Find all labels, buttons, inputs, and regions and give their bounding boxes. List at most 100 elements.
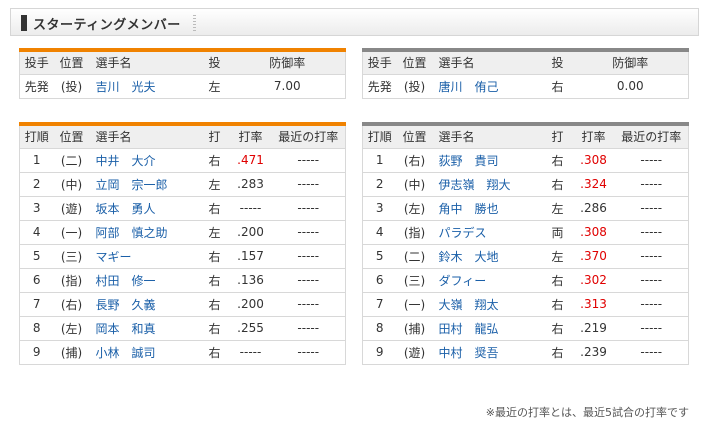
player-name-link[interactable]: 小林 誠司	[89, 339, 200, 365]
player-name-link[interactable]: 村田 修一	[89, 267, 200, 292]
player-bats: 右	[542, 147, 573, 172]
pitcher-throws: 右	[542, 73, 573, 99]
player-avg: .283	[229, 171, 272, 196]
player-name-link[interactable]: 角中 勝也	[432, 195, 543, 220]
player-name-link[interactable]: 中井 大介	[89, 147, 200, 172]
player-bats: 右	[199, 147, 230, 172]
player-position: (中)	[396, 171, 433, 196]
pitcher-position: (投)	[53, 73, 90, 99]
player-recent-avg: -----	[614, 147, 689, 172]
away-lineup-table: 打順 位置 選手名 打 打率 最近の打率 1 (右) 荻野 貴司右 .308 -----…	[362, 122, 689, 365]
player-name-link[interactable]: 阿部 慎之助	[89, 219, 200, 244]
table-row: 1 (右) 荻野 貴司右 .308 -----	[362, 147, 689, 172]
player-avg: .324	[572, 171, 615, 196]
col-order: 打順	[19, 122, 54, 148]
col-era: 防御率	[229, 48, 346, 74]
col-throws: 投	[542, 48, 573, 74]
col-position: 位置	[396, 48, 433, 74]
batting-order: 5	[19, 243, 54, 268]
pitcher-position: (投)	[396, 73, 433, 99]
player-name-link[interactable]: 坂本 勇人	[89, 195, 200, 220]
pitcher-role: 先発	[19, 73, 54, 99]
section-title: スターティングメンバー	[33, 18, 181, 33]
header-bar-icon	[21, 15, 27, 31]
player-recent-avg: -----	[271, 243, 346, 268]
player-name-link[interactable]: 鈴木 大地	[432, 243, 543, 268]
player-avg: .157	[229, 243, 272, 268]
player-avg: .255	[229, 315, 272, 340]
player-bats: 右	[199, 315, 230, 340]
batting-order: 4	[19, 219, 54, 244]
col-position: 位置	[53, 122, 90, 148]
player-avg: .471	[229, 147, 272, 172]
player-bats: 右	[542, 291, 573, 316]
lineup-header-row: 打順 位置 選手名 打 打率 最近の打率	[19, 122, 346, 148]
player-position: (遊)	[53, 195, 90, 220]
table-row: 5 (二) 鈴木 大地左 .370 -----	[362, 243, 689, 268]
player-name-link[interactable]: 伊志嶺 翔大	[432, 171, 543, 196]
table-row: 6 (三) ダフィー右 .302 -----	[362, 267, 689, 292]
player-position: (捕)	[396, 315, 433, 340]
player-recent-avg: -----	[614, 219, 689, 244]
table-row: 8 (左) 岡本 和真右 .255 -----	[19, 315, 346, 340]
pitcher-row: 先発 (投) 吉川 光夫 左 7.00	[19, 73, 346, 99]
col-bats: 打	[199, 122, 230, 148]
pitcher-name-link[interactable]: 吉川 光夫	[89, 73, 200, 99]
batting-order: 1	[19, 147, 54, 172]
col-recent: 最近の打率	[614, 122, 689, 148]
player-name-link[interactable]: パラデス	[432, 219, 543, 244]
player-name-link[interactable]: 岡本 和真	[89, 315, 200, 340]
player-name-link[interactable]: ダフィー	[432, 267, 543, 292]
player-bats: 右	[542, 339, 573, 365]
home-pitcher-table: 投手 位置 選手名 投 防御率 先発 (投) 吉川 光夫 左 7.00	[19, 48, 346, 99]
col-name: 選手名	[89, 122, 200, 148]
player-name-link[interactable]: 田村 龍弘	[432, 315, 543, 340]
table-row: 8 (捕) 田村 龍弘右 .219 -----	[362, 315, 689, 340]
col-order: 打順	[362, 122, 397, 148]
player-name-link[interactable]: 中村 奨吾	[432, 339, 543, 365]
player-position: (三)	[396, 267, 433, 292]
player-bats: 右	[542, 315, 573, 340]
player-recent-avg: -----	[614, 267, 689, 292]
player-position: (三)	[53, 243, 90, 268]
player-position: (遊)	[396, 339, 433, 365]
player-name-link[interactable]: 大嶺 翔太	[432, 291, 543, 316]
player-name-link[interactable]: マギー	[89, 243, 200, 268]
player-bats: 右	[199, 339, 230, 365]
player-recent-avg: -----	[271, 267, 346, 292]
home-lineup-table: 打順 位置 選手名 打 打率 最近の打率 1 (二) 中井 大介右 .471 -----…	[19, 122, 346, 365]
pitcher-header-row: 投手 位置 選手名 投 防御率	[19, 48, 346, 74]
player-bats: 左	[199, 219, 230, 244]
player-recent-avg: -----	[271, 339, 346, 365]
batting-order: 6	[19, 267, 54, 292]
col-throws: 投	[199, 48, 230, 74]
player-avg: -----	[229, 195, 272, 220]
away-lineup-body: 1 (右) 荻野 貴司右 .308 ----- 2 (中) 伊志嶺 翔大右 .324 ----- 3…	[362, 147, 689, 365]
player-avg: .308	[572, 219, 615, 244]
col-role: 投手	[19, 48, 54, 74]
player-position: (二)	[53, 147, 90, 172]
player-avg: .219	[572, 315, 615, 340]
table-row: 1 (二) 中井 大介右 .471 -----	[19, 147, 346, 172]
player-avg: .308	[572, 147, 615, 172]
player-avg: .370	[572, 243, 615, 268]
pitcher-name-link[interactable]: 唐川 侑己	[432, 73, 543, 99]
col-avg: 打率	[229, 122, 272, 148]
batting-order: 9	[19, 339, 54, 365]
player-bats: 左	[542, 195, 573, 220]
player-recent-avg: -----	[271, 219, 346, 244]
player-position: (右)	[396, 147, 433, 172]
player-bats: 左	[199, 171, 230, 196]
player-name-link[interactable]: 立岡 宗一郎	[89, 171, 200, 196]
player-position: (二)	[396, 243, 433, 268]
player-recent-avg: -----	[271, 291, 346, 316]
col-recent: 最近の打率	[271, 122, 346, 148]
section-header: スターティングメンバー	[10, 8, 699, 36]
player-recent-avg: -----	[614, 171, 689, 196]
player-avg: .200	[229, 219, 272, 244]
table-row: 7 (右) 長野 久義右 .200 -----	[19, 291, 346, 316]
table-row: 3 (左) 角中 勝也左 .286 -----	[362, 195, 689, 220]
table-row: 9 (捕) 小林 誠司右 ----- -----	[19, 339, 346, 365]
player-name-link[interactable]: 長野 久義	[89, 291, 200, 316]
player-name-link[interactable]: 荻野 貴司	[432, 147, 543, 172]
